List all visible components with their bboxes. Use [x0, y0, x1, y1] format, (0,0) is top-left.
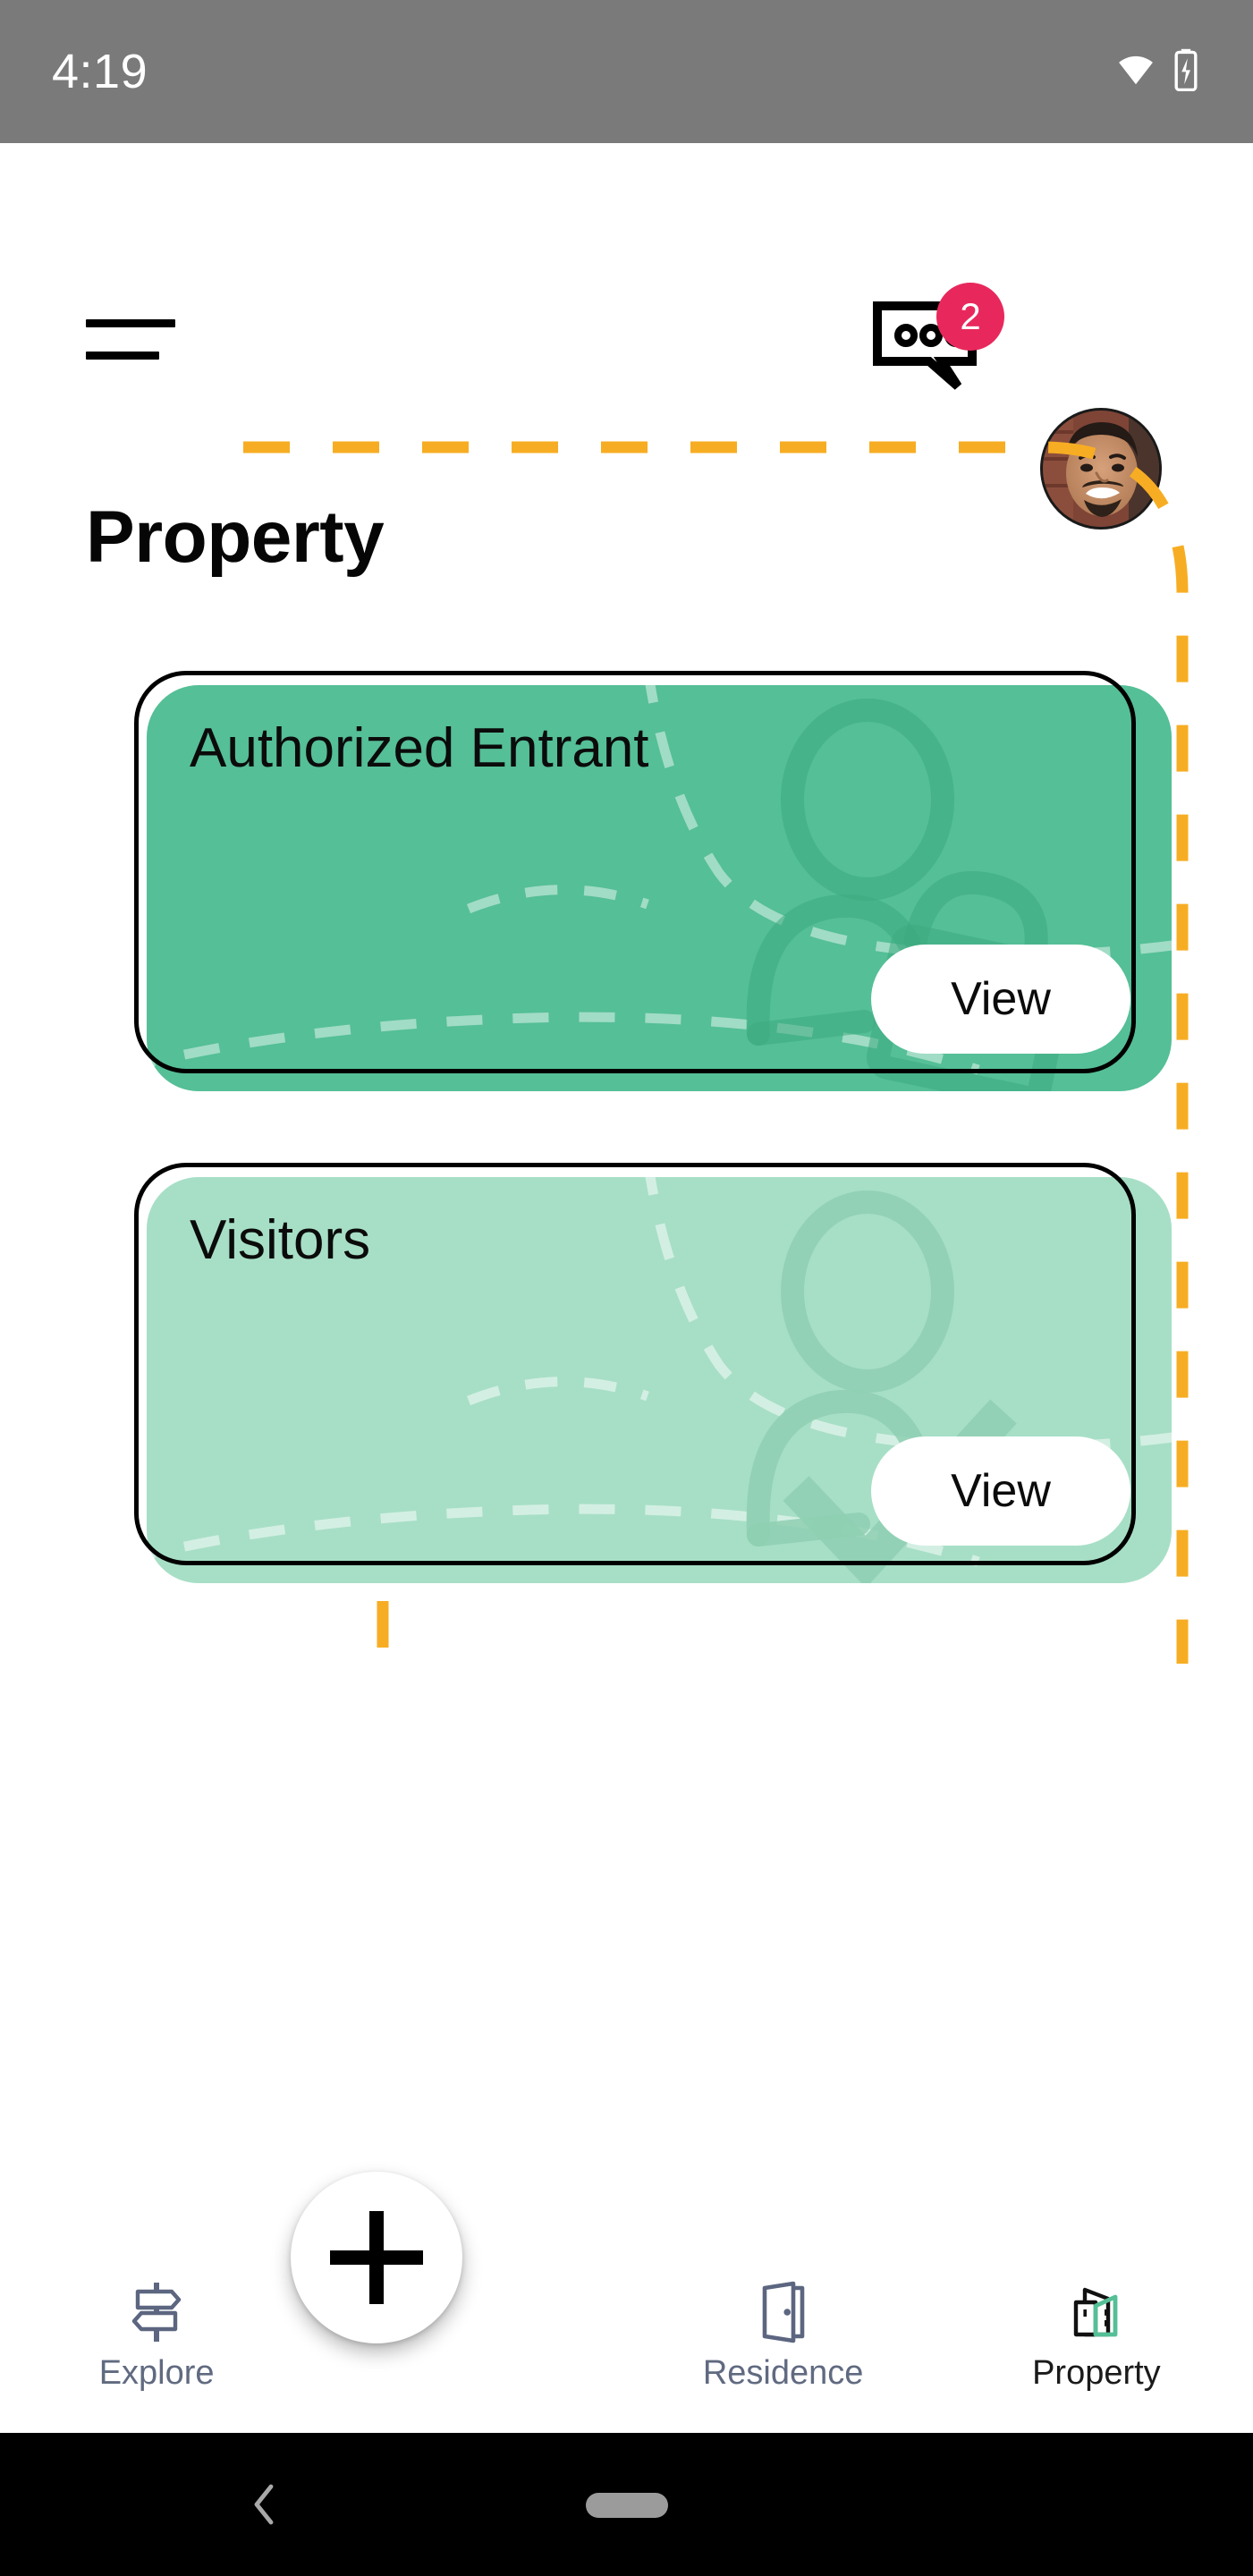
- status-bar-icons: [1115, 48, 1199, 96]
- home-pill-icon[interactable]: [586, 2493, 668, 2518]
- buildings-icon: [1065, 2281, 1128, 2343]
- nav-item-property[interactable]: Property: [940, 2268, 1253, 2390]
- view-button[interactable]: View: [871, 945, 1130, 1054]
- card-authorized-entrant[interactable]: View Authorized Entrant: [134, 671, 1172, 1091]
- card-visitors[interactable]: View Visitors: [134, 1163, 1172, 1583]
- nav-item-explore[interactable]: Explore: [0, 2268, 313, 2390]
- chat-unread-badge: 2: [936, 283, 1004, 351]
- card-title: Visitors: [190, 1209, 371, 1271]
- card-title: Authorized Entrant: [190, 717, 649, 779]
- nav-item-label: Residence: [702, 2354, 864, 2392]
- add-button[interactable]: [291, 2172, 462, 2343]
- chat-button[interactable]: 2: [872, 283, 1004, 399]
- battery-charging-icon: [1173, 48, 1199, 96]
- status-bar: 4:19: [0, 0, 1253, 143]
- avatar-image: [1043, 411, 1159, 527]
- page-title: Property: [86, 496, 385, 578]
- bottom-navigation-bar: Explore Residence Property: [0, 2224, 1253, 2433]
- bottom-nav-items: Explore Residence Property: [0, 2268, 1253, 2433]
- android-navigation-bar: [0, 2433, 1253, 2576]
- nav-item-label: Explore: [98, 2354, 215, 2392]
- status-bar-time: 4:19: [52, 45, 148, 98]
- hamburger-menu-button[interactable]: [86, 309, 184, 362]
- nav-item-label: Property: [1032, 2354, 1161, 2392]
- wifi-icon: [1115, 54, 1156, 90]
- signpost-icon: [129, 2281, 184, 2343]
- hamburger-menu-icon-bar-top: [86, 319, 175, 327]
- view-button[interactable]: View: [871, 1436, 1130, 1546]
- nav-item-residence[interactable]: Residence: [627, 2268, 940, 2390]
- back-chevron-icon[interactable]: [237, 2478, 291, 2531]
- open-door-icon: [758, 2281, 809, 2343]
- hamburger-menu-icon-bar-bottom: [86, 352, 159, 360]
- app-header: 2: [0, 143, 1253, 530]
- plus-icon-horizontal: [330, 2250, 423, 2265]
- user-avatar[interactable]: [1040, 408, 1162, 530]
